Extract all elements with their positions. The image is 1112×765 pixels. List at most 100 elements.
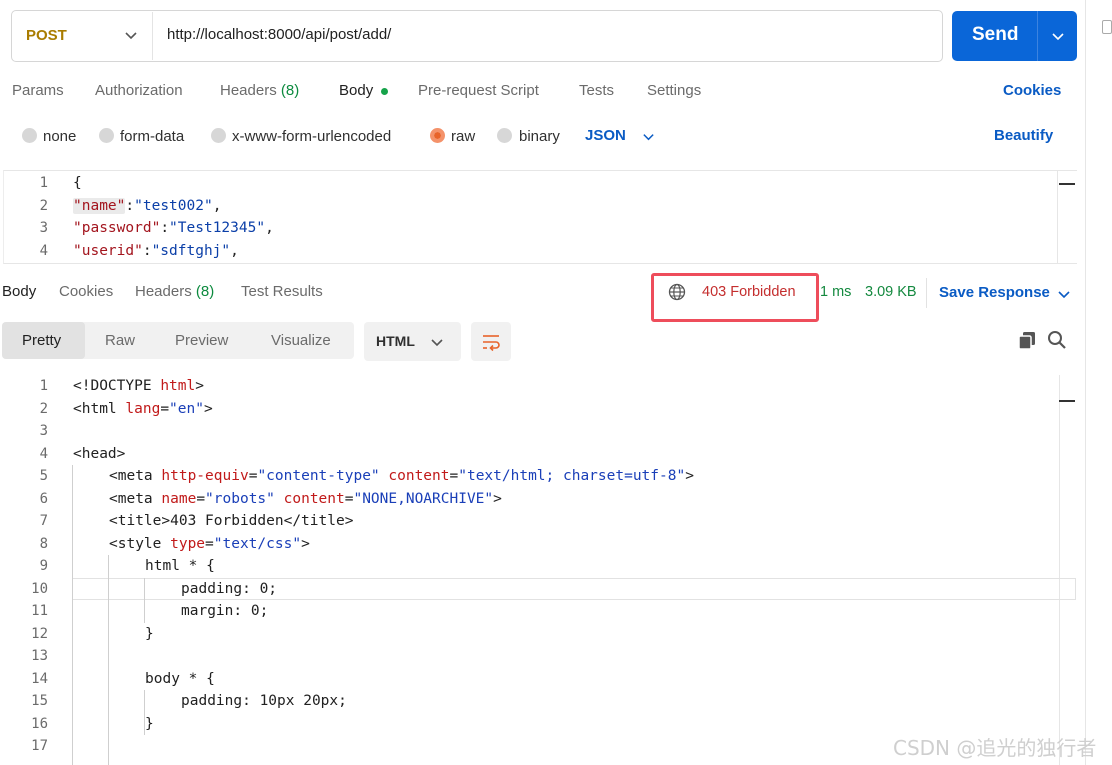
radio-none[interactable] xyxy=(22,128,37,143)
code-token: <html xyxy=(73,401,126,417)
code-line: "userid":"sdftghj", xyxy=(73,243,239,259)
radio-binary-label[interactable]: binary xyxy=(519,128,560,145)
code-line: } xyxy=(145,626,154,642)
divider xyxy=(926,278,927,308)
code-token: <style xyxy=(109,536,171,552)
line-number: 5 xyxy=(39,468,48,484)
panel-divider xyxy=(1085,0,1086,765)
view-mode-raw[interactable]: Raw xyxy=(105,332,135,349)
line-number: 4 xyxy=(39,243,48,259)
radio-x-www-form-urlencoded[interactable] xyxy=(211,128,226,143)
response-tab-test-results[interactable]: Test Results xyxy=(241,283,323,300)
response-tab-headers-count: (8) xyxy=(195,283,215,300)
radio-raw-label[interactable]: raw xyxy=(451,128,475,145)
indent-guide xyxy=(72,465,73,765)
chevron-down-icon[interactable] xyxy=(642,130,655,147)
send-button[interactable]: Send xyxy=(952,11,1077,61)
response-tab-cookies[interactable]: Cookies xyxy=(59,283,113,300)
code-line: <title>403 Forbidden</title> xyxy=(109,513,354,529)
raw-format-select[interactable]: JSON xyxy=(585,127,626,144)
watermark: CSDN @追光的独行者 xyxy=(893,736,1097,760)
tab-headers-count: (8) xyxy=(280,82,300,99)
json-comma: , xyxy=(230,243,239,259)
response-tab-headers[interactable]: Headers (8) xyxy=(135,283,214,300)
code-token: type xyxy=(170,536,206,552)
code-line: padding: 0; xyxy=(181,581,278,597)
radio-raw[interactable] xyxy=(430,128,445,143)
code-line: body * { xyxy=(145,671,215,687)
cookies-link[interactable]: Cookies xyxy=(1003,82,1061,99)
wrap-lines-icon xyxy=(481,332,501,356)
code-line: "password":"Test12345", xyxy=(73,220,274,236)
radio-binary[interactable] xyxy=(497,128,512,143)
chevron-down-icon[interactable] xyxy=(430,335,444,353)
response-time[interactable]: 1 ms xyxy=(820,284,851,300)
json-key: "password" xyxy=(73,220,161,236)
save-response-button[interactable]: Save Response xyxy=(939,284,1050,301)
tab-pre-request-script[interactable]: Pre-request Script xyxy=(418,82,539,99)
code-line: "name":"test002", xyxy=(73,198,221,214)
line-number: 11 xyxy=(31,603,48,619)
line-number: 13 xyxy=(31,648,48,664)
json-colon: : xyxy=(160,220,170,236)
code-token: "robots" xyxy=(205,491,275,507)
code-token: <meta xyxy=(109,468,162,484)
response-size[interactable]: 3.09 KB xyxy=(865,284,917,300)
code-line: <meta name="robots" content="NONE,NOARCH… xyxy=(109,491,502,507)
url-input[interactable]: http://localhost:8000/api/post/add/ xyxy=(167,26,391,43)
response-editor-scrollbar[interactable] xyxy=(1059,375,1077,765)
code-line: <head> xyxy=(73,446,126,462)
divider xyxy=(152,12,153,60)
chevron-down-icon[interactable] xyxy=(124,28,138,46)
indent-guide xyxy=(144,578,145,623)
globe-icon xyxy=(668,283,686,305)
chevron-down-icon[interactable] xyxy=(1057,287,1071,305)
request-url-bar: POST http://localhost:8000/api/post/add/ xyxy=(11,10,943,62)
tab-authorization[interactable]: Authorization xyxy=(95,82,183,99)
line-number: 15 xyxy=(31,693,48,709)
radio-form-data-label[interactable]: form-data xyxy=(120,128,184,145)
tab-headers-label: Headers xyxy=(220,82,277,99)
method-select[interactable]: POST xyxy=(26,27,67,44)
beautify-button[interactable]: Beautify xyxy=(994,127,1053,144)
view-mode-visualize[interactable]: Visualize xyxy=(271,332,331,349)
code-line: } xyxy=(145,716,154,732)
code-token: <meta xyxy=(109,491,162,507)
code-line: <!DOCTYPE html> xyxy=(73,378,204,394)
scrollbar-thumb[interactable] xyxy=(1059,400,1075,402)
view-mode-preview[interactable]: Preview xyxy=(175,332,228,349)
code-token: "content-type" xyxy=(257,468,380,484)
response-tab-body[interactable]: Body xyxy=(2,283,36,300)
code-token: name xyxy=(161,491,197,507)
code-token: http-equiv xyxy=(161,468,249,484)
json-colon: : xyxy=(125,198,135,214)
wrap-lines-button[interactable] xyxy=(471,322,511,361)
response-status[interactable]: 403 Forbidden xyxy=(702,284,796,300)
radio-none-label[interactable]: none xyxy=(43,128,76,145)
scrollbar-thumb[interactable] xyxy=(1059,183,1075,185)
tab-tests[interactable]: Tests xyxy=(579,82,614,99)
tab-headers[interactable]: Headers (8) xyxy=(220,82,299,99)
code-line: html * { xyxy=(145,558,215,574)
view-mode-pretty[interactable]: Pretty xyxy=(22,332,61,349)
side-panel-icon[interactable] xyxy=(1102,20,1112,34)
code-token: = xyxy=(196,491,206,507)
json-comma: , xyxy=(265,220,274,236)
divider xyxy=(1037,11,1038,61)
send-options-chevron-icon[interactable] xyxy=(1051,29,1065,47)
tab-settings[interactable]: Settings xyxy=(647,82,701,99)
radio-x-www-form-urlencoded-label[interactable]: x-www-form-urlencoded xyxy=(232,128,391,145)
json-key: "name" xyxy=(73,198,126,214)
tab-params[interactable]: Params xyxy=(12,82,64,99)
code-token: = xyxy=(160,401,170,417)
line-number: 16 xyxy=(31,716,48,732)
json-colon: : xyxy=(142,243,152,259)
line-number: 3 xyxy=(39,423,48,439)
copy-icon[interactable] xyxy=(1017,330,1037,354)
radio-form-data[interactable] xyxy=(99,128,114,143)
line-number: 12 xyxy=(31,626,48,642)
code-token: "NONE,NOARCHIVE" xyxy=(353,491,494,507)
response-format-label[interactable]: HTML xyxy=(376,333,415,349)
search-icon[interactable] xyxy=(1047,330,1067,354)
tab-body[interactable]: Body xyxy=(339,82,373,99)
